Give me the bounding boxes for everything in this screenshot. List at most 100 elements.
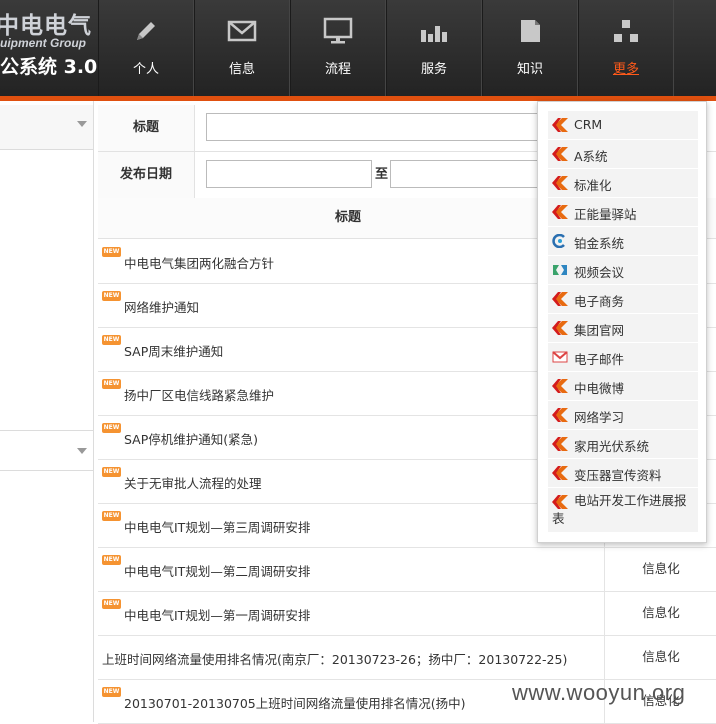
menu-item-group-website[interactable]: 集团官网: [548, 314, 698, 343]
date-range-separator: 至: [375, 167, 389, 182]
menu-item-ecommerce[interactable]: 电子商务: [548, 285, 698, 314]
monitor-icon: [291, 16, 385, 46]
caret-down-icon: [77, 121, 87, 127]
menu-item-weibo[interactable]: 中电微博: [548, 372, 698, 401]
envelope-icon: [195, 16, 289, 46]
table-row: 上班时间网络流量使用排名情况(南京厂：20130723-26；扬中厂：20130…: [98, 635, 716, 680]
menu-item-label: A系统: [574, 149, 608, 164]
menu-item-label: 标准化: [574, 178, 612, 193]
new-badge: NEW: [102, 687, 121, 697]
date-filter-label: 发布日期: [98, 152, 195, 198]
menu-item-label: 电子邮件: [574, 352, 625, 367]
nav-label-info: 信息: [228, 62, 255, 77]
video-conference-icon: [552, 263, 568, 277]
more-dropdown-menu: CRM A系统 标准化 正能量驿站 铂金系统 视频会议 电子商务 集团官网 电子…: [537, 101, 707, 543]
notice-title-link[interactable]: NEW网络维护通知: [102, 291, 200, 316]
menu-item-crm[interactable]: CRM: [548, 111, 698, 140]
menu-item-label: 集团官网: [574, 323, 625, 338]
notice-title-link[interactable]: 上班时间网络流量使用排名情况(南京厂：20130723-26；扬中厂：20130…: [102, 649, 567, 668]
menu-item-standardization[interactable]: 标准化: [548, 169, 698, 198]
nav-item-process[interactable]: 流程: [290, 0, 386, 96]
menu-item-label: 家用光伏系统: [574, 439, 650, 454]
table-row: NEW中电电气IT规划—第二周调研安排 信息化: [98, 547, 716, 592]
menu-item-label: 视频会议: [574, 265, 625, 280]
top-bar: 中电电气 uipment Group 公系统 3.0 个人 信息 流程 服务 知…: [0, 0, 716, 101]
new-badge: NEW: [102, 247, 121, 257]
bar-chart-icon: [387, 16, 481, 46]
orange-chevron-icon: [552, 437, 568, 451]
orange-chevron-icon: [552, 408, 568, 422]
nav-label-more: 更多: [612, 62, 639, 77]
system-title: 公系统 3.0: [0, 56, 98, 78]
notice-category: 信息化: [604, 635, 716, 679]
notice-title-link[interactable]: NEW关于无审批人流程的处理: [102, 467, 262, 492]
menu-item-email[interactable]: 电子邮件: [548, 343, 698, 372]
title-filter-label: 标题: [98, 105, 195, 151]
notice-title-text: 中电电气IT规划—第三周调研安排: [124, 520, 311, 535]
notice-title-text: SAP周末维护通知: [124, 344, 224, 359]
menu-item-platinum[interactable]: 铂金系统: [548, 227, 698, 256]
new-badge: NEW: [102, 335, 121, 345]
orange-chevron-icon: [552, 321, 568, 335]
notice-title-link[interactable]: NEW扬中厂区电信线路紧急维护: [102, 379, 274, 404]
new-badge: NEW: [102, 555, 121, 565]
new-badge: NEW: [102, 599, 121, 609]
new-badge: NEW: [102, 467, 121, 477]
nav-item-service[interactable]: 服务: [386, 0, 482, 96]
orange-chevron-icon: [552, 205, 568, 219]
notice-title-text: 中电电气IT规划—第一周调研安排: [124, 608, 311, 623]
pencil-icon: [99, 16, 193, 46]
blocks-icon: [579, 16, 673, 46]
notice-title-link[interactable]: NEW中电电气IT规划—第二周调研安排: [102, 555, 311, 580]
table-row: NEW中电电气IT规划—第一周调研安排 信息化: [98, 591, 716, 636]
sidebar-divider: [93, 101, 94, 722]
watermark-text: www.wooyun.org: [512, 680, 686, 705]
nav-item-personal[interactable]: 个人: [98, 0, 194, 96]
menu-item-label: 电站开发工作进展报表: [552, 493, 687, 526]
nav-label-service: 服务: [420, 62, 447, 77]
nav-item-info[interactable]: 信息: [194, 0, 290, 96]
menu-item-label: 电子商务: [574, 294, 625, 309]
date-from-input[interactable]: [206, 160, 372, 188]
notice-title-link[interactable]: NEW中电电气集团两化融合方针: [102, 247, 275, 272]
notice-title-link[interactable]: NEWSAP停机维护通知(紧急): [102, 423, 258, 448]
notice-title-text: 网络维护通知: [124, 300, 200, 315]
menu-item-positive-energy[interactable]: 正能量驿站: [548, 198, 698, 227]
orange-chevron-icon: [552, 118, 568, 132]
menu-item-home-pv[interactable]: 家用光伏系统: [548, 430, 698, 459]
notice-title-link[interactable]: NEW中电电气IT规划—第三周调研安排: [102, 511, 311, 536]
menu-item-label: 变压器宣传资料: [574, 468, 662, 483]
gmail-icon: [552, 350, 568, 364]
orange-chevron-icon: [552, 292, 568, 306]
sidebar-dropdown-2[interactable]: [0, 430, 93, 471]
notice-title-text: 上班时间网络流量使用排名情况(南京厂：20130723-26；扬中厂：20130…: [102, 652, 568, 667]
notice-category: 信息化: [604, 591, 716, 635]
orange-chevron-icon: [552, 466, 568, 480]
notice-category: 信息化: [604, 547, 716, 591]
notice-title-text: 中电电气集团两化融合方针: [124, 256, 275, 271]
notice-title-link[interactable]: NEWSAP周末维护通知: [102, 335, 224, 360]
nav-item-more[interactable]: 更多: [578, 0, 674, 96]
orange-chevron-icon: [552, 379, 568, 393]
menu-item-label: 正能量驿站: [574, 207, 637, 222]
menu-item-e-learning[interactable]: 网络学习: [548, 401, 698, 430]
menu-item-label: CRM: [574, 117, 603, 132]
notice-title-link[interactable]: NEW20130701-20130705上班时间网络流量使用排名情况(扬中): [102, 687, 466, 712]
column-header-title: 标题: [334, 210, 361, 225]
nav-label-process: 流程: [324, 62, 351, 77]
notice-title-link[interactable]: NEW中电电气IT规划—第一周调研安排: [102, 599, 311, 624]
nav-item-knowledge[interactable]: 知识: [482, 0, 578, 96]
notice-title-text: 20130701-20130705上班时间网络流量使用排名情况(扬中): [124, 696, 466, 711]
notice-title-text: 中电电气IT规划—第二周调研安排: [124, 564, 311, 579]
new-badge: NEW: [102, 291, 121, 301]
new-badge: NEW: [102, 423, 121, 433]
menu-item-a-system[interactable]: A系统: [548, 140, 698, 169]
new-badge: NEW: [102, 379, 121, 389]
sidebar-dropdown-1[interactable]: [0, 105, 93, 150]
menu-item-label: 中电微博: [574, 381, 625, 396]
menu-item-video-conference[interactable]: 视频会议: [548, 256, 698, 285]
logo-text-en: uipment Group: [0, 36, 86, 50]
menu-item-label: 网络学习: [574, 410, 625, 425]
menu-item-transformer-promo[interactable]: 变压器宣传资料: [548, 459, 698, 488]
menu-item-station-report[interactable]: 电站开发工作进展报表: [548, 488, 698, 533]
